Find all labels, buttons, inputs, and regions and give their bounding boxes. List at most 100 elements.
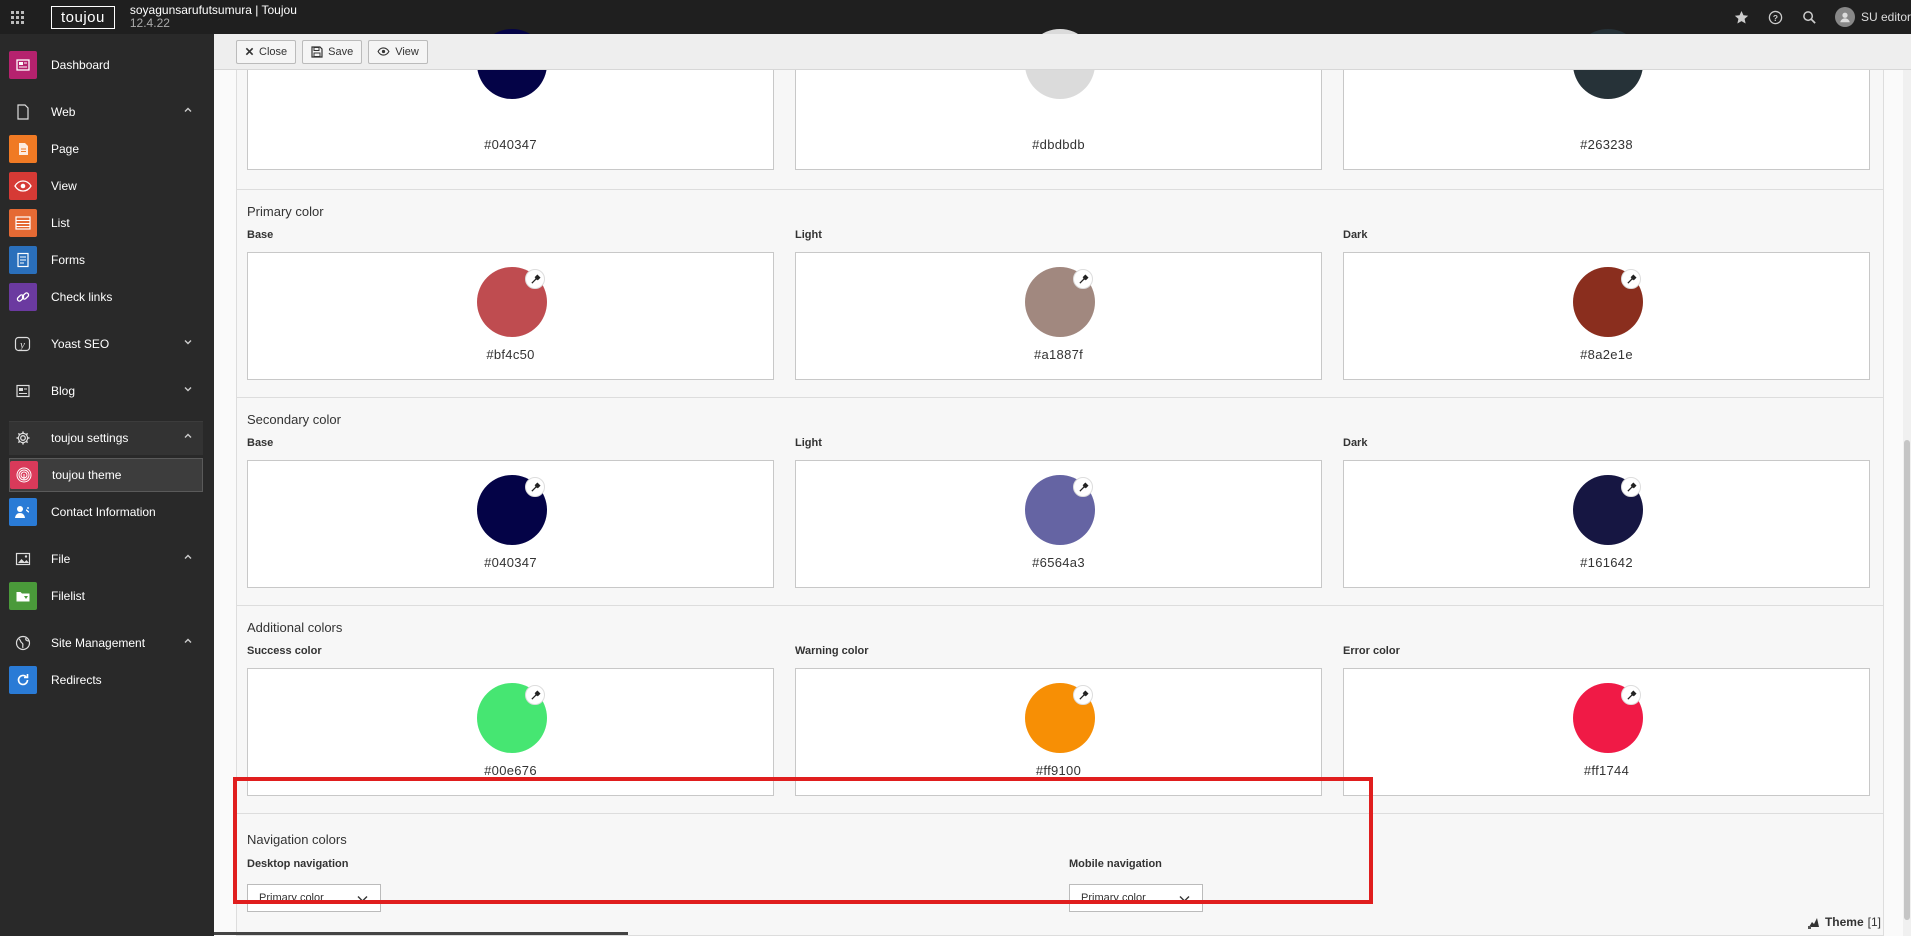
color-card: #040347 <box>247 460 774 588</box>
page-tree-icon <box>9 98 37 126</box>
section-secondary-color: Secondary color Base Light Dark #040347 … <box>236 398 1884 606</box>
hex-value: #040347 <box>484 137 537 152</box>
contact-icon <box>9 498 37 526</box>
site-info: soyagunsarufutsumura | Toujou 12.4.22 <box>130 4 297 30</box>
sidebar-item-label: toujou settings <box>51 431 129 445</box>
eyedropper-icon[interactable] <box>1621 477 1641 497</box>
chevron-up-icon[interactable] <box>183 105 193 115</box>
main-content: Close Save View #040347 #dbdbdb #263238 <box>214 29 1911 936</box>
sidebar-item-label: Redirects <box>51 673 102 687</box>
user-name: SU editor <box>1860 10 1911 24</box>
section-title: Secondary color <box>247 412 341 427</box>
eyedropper-icon[interactable] <box>525 477 545 497</box>
hex-value: #ff9100 <box>1035 763 1082 778</box>
hex-value: #ff1744 <box>1583 763 1630 778</box>
sidebar-item-dashboard[interactable]: Dashboard <box>9 48 203 82</box>
bookmark-star-icon[interactable] <box>1725 0 1759 34</box>
avatar <box>1834 7 1855 27</box>
search-icon[interactable] <box>1793 0 1827 34</box>
sidebar-item-label: Dashboard <box>51 58 110 72</box>
filelist-icon <box>9 582 37 610</box>
save-button[interactable]: Save <box>302 39 363 64</box>
sidebar-group-toujou-settings[interactable]: toujou settings <box>9 421 203 455</box>
sidebar-group-site-management[interactable]: Site Management <box>9 626 203 660</box>
hex-value: #6564a3 <box>1032 555 1085 570</box>
sidebar-group-blog[interactable]: Blog <box>9 374 203 408</box>
sidebar-item-toujou-theme[interactable]: toujou theme <box>9 458 203 492</box>
redirect-icon <box>9 666 37 694</box>
column-label: Dark <box>1343 437 1368 449</box>
user-menu[interactable]: SU editor <box>1834 7 1911 27</box>
sidebar-item-view[interactable]: View <box>9 169 203 203</box>
chevron-up-icon[interactable] <box>183 636 193 646</box>
hex-value: #263238 <box>1580 137 1633 152</box>
eye-icon <box>9 172 37 200</box>
eyedropper-icon[interactable] <box>1073 685 1093 705</box>
sidebar-item-redirects[interactable]: Redirects <box>9 663 203 697</box>
section-primary-color: Primary color Base Light Dark #bf4c50 #a… <box>236 190 1884 398</box>
sidebar-item-contact-information[interactable]: Contact Information <box>9 495 203 529</box>
svg-text:?: ? <box>1773 12 1778 22</box>
theme-count: [1] <box>1867 915 1881 929</box>
svg-text:y: y <box>19 339 25 351</box>
color-card: #a1887f <box>795 252 1322 380</box>
color-card: #161642 <box>1343 460 1870 588</box>
column-label: Error color <box>1343 645 1400 657</box>
sidebar-item-check-links[interactable]: Check links <box>9 280 203 314</box>
section-title: Primary color <box>247 204 324 219</box>
dashboard-icon <box>9 51 37 79</box>
color-card: #bf4c50 <box>247 252 774 380</box>
chevron-down-icon[interactable] <box>183 384 193 394</box>
sidebar-item-label: Site Management <box>51 636 146 650</box>
blog-icon <box>9 377 37 405</box>
eyedropper-icon[interactable] <box>1073 269 1093 289</box>
sidebar-item-label: List <box>51 216 70 230</box>
chevron-up-icon[interactable] <box>183 552 193 562</box>
hex-value: #dbdbdb <box>1032 137 1085 152</box>
sidebar: Dashboard Web Page View List Forms Check… <box>0 34 214 936</box>
close-button-label: Close <box>259 45 288 58</box>
hex-value: #00e676 <box>484 763 537 778</box>
theme-label: Theme <box>1824 915 1864 929</box>
scrollbar[interactable] <box>1903 70 1911 936</box>
color-card: #ff1744 <box>1343 668 1870 796</box>
sidebar-item-label: Yoast SEO <box>51 337 110 351</box>
eyedropper-icon[interactable] <box>1073 477 1093 497</box>
hex-value: #bf4c50 <box>486 347 535 362</box>
sidebar-item-label: Web <box>51 105 76 119</box>
sidebar-item-filelist[interactable]: Filelist <box>9 579 203 613</box>
color-card: #8a2e1e <box>1343 252 1870 380</box>
close-button[interactable]: Close <box>236 39 297 64</box>
eye-icon <box>377 47 390 56</box>
column-label: Base <box>247 229 274 241</box>
sidebar-item-page[interactable]: Page <box>9 132 203 166</box>
scrollbar-thumb[interactable] <box>1904 440 1910 920</box>
eyedropper-icon[interactable] <box>1621 685 1641 705</box>
sidebar-item-label: Page <box>51 142 80 156</box>
globe-icon <box>9 629 37 657</box>
top-bar: toujou soyagunsarufutsumura | Toujou 12.… <box>0 0 1911 34</box>
theme-icon <box>1807 917 1819 929</box>
eyedropper-icon[interactable] <box>525 269 545 289</box>
view-button[interactable]: View <box>368 39 428 64</box>
sidebar-group-yoast-seo[interactable]: y Yoast SEO <box>9 327 203 361</box>
save-button-label: Save <box>328 45 354 58</box>
chevron-up-icon[interactable] <box>183 431 193 441</box>
eyedropper-icon[interactable] <box>525 685 545 705</box>
column-label: Dark <box>1343 229 1368 241</box>
sidebar-item-forms[interactable]: Forms <box>9 243 203 277</box>
apps-menu-icon[interactable] <box>0 0 34 34</box>
eyedropper-icon[interactable] <box>1621 269 1641 289</box>
help-icon[interactable]: ? <box>1759 0 1793 34</box>
hex-value: #a1887f <box>1033 347 1084 362</box>
chevron-down-icon[interactable] <box>183 337 193 347</box>
sidebar-item-list[interactable]: List <box>9 206 203 240</box>
sidebar-group-web[interactable]: Web <box>9 95 203 129</box>
sidebar-item-label: Blog <box>51 384 76 398</box>
image-icon <box>9 545 37 573</box>
theme-footer[interactable]: Theme [1] <box>1807 915 1881 929</box>
forms-icon <box>9 246 37 274</box>
logo[interactable]: toujou <box>51 5 115 29</box>
site-version: 12.4.22 <box>129 16 170 30</box>
sidebar-group-file[interactable]: File <box>9 542 203 576</box>
